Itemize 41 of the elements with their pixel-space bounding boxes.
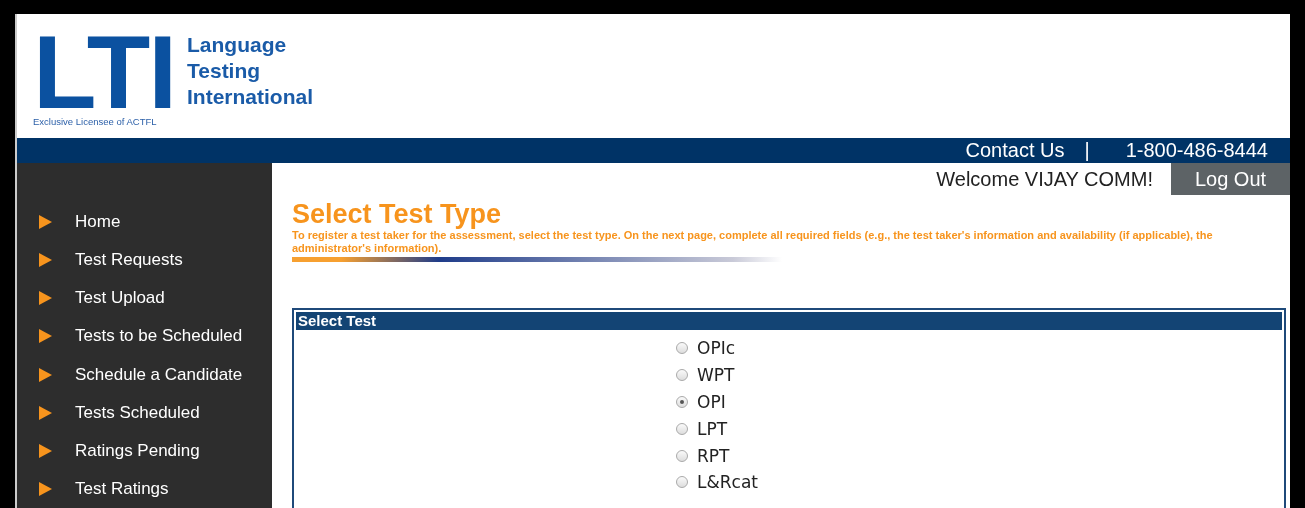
arrow-icon: [39, 291, 52, 306]
logout-button[interactable]: Log Out: [1171, 163, 1290, 195]
radio-option[interactable]: OPI: [676, 388, 1282, 416]
welcome-text: Welcome VIJAY COMM!: [936, 167, 1153, 191]
radio-option[interactable]: L&Rcat: [676, 469, 1282, 496]
sidebar-item[interactable]: Schedule a Candidate: [17, 355, 272, 394]
page-title: Select Test Type: [292, 199, 503, 229]
arrow-icon: [39, 481, 52, 496]
arrow-icon: [39, 367, 52, 382]
sidebar-item[interactable]: Tests to be Scheduled: [17, 317, 272, 356]
arrow-icon: [39, 329, 52, 344]
radio-button[interactable]: [676, 422, 688, 435]
separator: |: [1084, 139, 1090, 162]
arrow-icon: [39, 443, 52, 458]
sidebar-item[interactable]: Ratings Pending: [17, 431, 272, 470]
phone-number: 1-800-486-8444: [1125, 139, 1268, 162]
radio-button[interactable]: [676, 396, 688, 408]
contact-link[interactable]: Contact Us: [965, 139, 1065, 162]
radio-option[interactable]: OPIc: [676, 335, 1282, 362]
radio-button[interactable]: [676, 342, 688, 355]
radio-option[interactable]: LPT: [676, 415, 1282, 443]
panel-header: Select Test: [296, 312, 1282, 330]
arrow-icon: [39, 405, 52, 420]
radio-button[interactable]: [676, 449, 688, 462]
radio-button[interactable]: [676, 369, 688, 382]
logo-name: Language: [187, 32, 288, 58]
arrow-icon: [39, 253, 52, 268]
sidebar-item[interactable]: Tests Scheduled: [17, 393, 272, 432]
radio-option[interactable]: RPT: [676, 442, 1282, 469]
radio-button[interactable]: [676, 476, 688, 489]
sidebar-item[interactable]: Home: [17, 203, 272, 242]
sidebar-item[interactable]: Test Upload: [17, 279, 272, 318]
sidebar-item[interactable]: Test Ratings: [17, 469, 272, 508]
logo-letters: LTI: [33, 32, 177, 112]
logo-name: Testing: [187, 58, 262, 84]
sidebar-item[interactable]: Test Requests: [17, 241, 272, 280]
arrow-icon: [39, 215, 52, 230]
radio-option[interactable]: WPT: [676, 361, 1282, 389]
instructions: To register a test taker for the assessment, select the test type. On the next page, complete all required fields (e.g., the test taker's information and availability (if applicable), the administrator's information).: [292, 229, 1214, 255]
logo-tagline: Exclusive Licensee of ACTFL: [33, 116, 158, 127]
logo-name: International: [187, 84, 313, 110]
